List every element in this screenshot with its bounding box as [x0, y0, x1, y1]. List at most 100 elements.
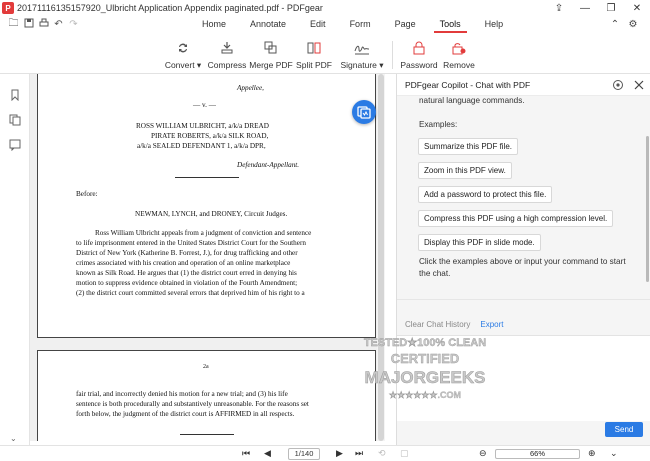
copilot-chat-area: natural language commands. Examples: Sum… — [397, 96, 650, 374]
copilot-footer-links: Clear Chat History Export — [405, 320, 503, 329]
tab-form[interactable]: Form — [338, 16, 383, 33]
copilot-title: PDFgear Copilot - Chat with PDF — [405, 79, 531, 90]
example-slide-mode-button[interactable]: Display this PDF in slide mode. — [418, 234, 541, 251]
doc-line: Before: — [76, 190, 98, 198]
thumbnails-icon[interactable] — [9, 114, 21, 126]
window-controls: ⇪ — ❐ ✕ — [546, 0, 650, 16]
save-icon[interactable] — [21, 18, 36, 31]
copilot-separator — [397, 299, 650, 300]
example-summarize-button[interactable]: Summarize this PDF file. — [418, 138, 519, 155]
clear-chat-history-link[interactable]: Clear Chat History — [405, 320, 470, 329]
chat-input[interactable] — [397, 335, 650, 421]
signature-icon — [354, 45, 370, 55]
tab-help[interactable]: Help — [473, 16, 516, 33]
copilot-float-button[interactable] — [352, 100, 376, 124]
remove-lock-icon — [452, 43, 466, 55]
page-number-input[interactable]: 1/140 — [288, 448, 320, 460]
doc-line: District of New York (Katherine B. Forre… — [76, 249, 298, 257]
quick-access-toolbar: 🗀 ↶ ↷ — [6, 16, 81, 33]
password-button[interactable]: Password — [400, 35, 438, 73]
compress-button[interactable]: Compress — [208, 35, 246, 73]
tab-home[interactable]: Home — [190, 16, 238, 33]
split-icon — [307, 42, 321, 54]
example-password-button[interactable]: Add a password to protect this file. — [418, 186, 553, 203]
document-viewer[interactable]: Appellee, — v. — ROSS WILLIAM ULBRICHT, … — [30, 74, 385, 441]
redo-icon[interactable]: ↷ — [66, 19, 81, 30]
close-window-button[interactable]: ✕ — [624, 3, 650, 14]
split-pdf-button[interactable]: Split PDF — [296, 35, 332, 73]
convert-icon — [179, 43, 187, 53]
zoom-in-icon[interactable]: ⊕ — [588, 448, 596, 459]
last-page-icon[interactable]: ⏭ — [355, 448, 363, 459]
copilot-panel: PDFgear Copilot - Chat with PDF natural … — [396, 74, 650, 445]
tools-toolbar: Convert ▾ Compress Merge PDF Split PDF S… — [0, 35, 650, 73]
zoom-out-icon[interactable]: ⊖ — [479, 448, 487, 459]
remove-password-button[interactable]: Remove — [442, 35, 476, 73]
signature-button[interactable]: Signature ▾ — [340, 35, 384, 73]
rotate-icon[interactable]: ⟲ — [378, 448, 386, 459]
tab-annotate[interactable]: Annotate — [238, 16, 298, 33]
menu-row: 🗀 ↶ ↷ Home Annotate Edit Form Page Tools… — [0, 16, 650, 33]
bookmark-icon[interactable] — [9, 89, 21, 101]
doc-line: crimes associated with his creation and … — [76, 259, 291, 267]
page-number-label: 2a — [203, 364, 209, 370]
zoom-level-display[interactable]: 66% — [495, 449, 580, 459]
export-link[interactable]: Export — [480, 320, 503, 329]
doc-line: sentence is both procedurally and substa… — [76, 400, 309, 408]
menu-tabs: Home Annotate Edit Form Page Tools Help — [190, 16, 515, 33]
previous-page-icon[interactable]: ◀ — [264, 448, 271, 459]
tab-edit[interactable]: Edit — [298, 16, 338, 33]
left-sidebar-rail: ⌄ — [0, 74, 30, 445]
doc-line: Ross William Ulbricht appeals from a jud… — [95, 229, 312, 237]
doc-line: NEWMAN, LYNCH, and DRONEY, Circuit Judge… — [135, 210, 288, 218]
next-page-icon[interactable]: ▶ — [336, 448, 343, 459]
tab-tools[interactable]: Tools — [428, 16, 473, 33]
example-compress-button[interactable]: Compress this PDF using a high compressi… — [418, 210, 614, 227]
share-icon[interactable]: ⇪ — [546, 3, 572, 14]
copilot-scrollbar[interactable] — [646, 136, 649, 282]
comments-icon[interactable] — [9, 139, 21, 151]
merge-icon — [264, 41, 277, 54]
send-button[interactable]: Send — [605, 422, 643, 437]
pdf-page-2: 2a fair trial, and incorrectly denied hi… — [37, 350, 376, 441]
convert-button[interactable]: Convert ▾ — [165, 35, 201, 73]
merge-pdf-button[interactable]: Merge PDF — [249, 35, 293, 73]
fit-page-icon[interactable]: ▢ — [400, 448, 409, 459]
doc-line: Defendant-Appellant. — [237, 161, 300, 169]
doc-line: (2) the district court committed several… — [76, 289, 305, 297]
chevron-up-icon[interactable]: ⌃ — [606, 19, 624, 30]
copilot-icon — [357, 106, 371, 119]
open-folder-icon[interactable]: 🗀 — [6, 16, 21, 33]
settings-icon[interactable]: ⚙ — [624, 19, 642, 30]
window-title: 20171116135157920_Ulbricht Application A… — [17, 3, 323, 13]
tab-page[interactable]: Page — [383, 16, 428, 33]
zoom-menu-icon[interactable]: ⌄ — [610, 448, 618, 459]
doc-rule — [180, 434, 234, 435]
maximize-button[interactable]: ❐ — [598, 3, 624, 14]
intro-text: natural language commands. — [419, 96, 525, 105]
viewer-scrollbar-thumb[interactable] — [378, 74, 384, 441]
first-page-icon[interactable]: ⏮ — [242, 448, 250, 459]
doc-line: forth below, the judgment of the distric… — [76, 410, 295, 418]
examples-label: Examples: — [419, 120, 458, 129]
lock-icon — [413, 41, 425, 55]
viewer-scrollbar[interactable] — [377, 74, 385, 441]
close-icon[interactable] — [633, 79, 645, 91]
example-zoom-button[interactable]: Zoom in this PDF view. — [418, 162, 512, 179]
doc-line: fair trial, and incorrectly denied his m… — [76, 390, 288, 398]
menu-right-icons: ⌃ ⚙ — [606, 16, 642, 33]
minimize-button[interactable]: — — [572, 3, 598, 14]
doc-line: ROSS WILLIAM ULBRICHT, a/k/a DREAD — [136, 122, 269, 130]
doc-line: motion to suppress evidence obtained in … — [76, 279, 298, 287]
collapse-chevron-icon[interactable]: ⌄ — [10, 434, 17, 443]
doc-line: a/k/a SEALED DEFENDANT 1, a/k/a DPR, — [137, 142, 266, 150]
undo-icon[interactable]: ↶ — [51, 19, 66, 30]
print-icon[interactable] — [36, 18, 51, 31]
title-bar: P 20171116135157920_Ulbricht Application… — [0, 0, 650, 16]
instructions-text: Click the examples above or input your c… — [419, 257, 626, 278]
toolbar-separator — [392, 41, 393, 69]
compress-icon — [221, 42, 233, 54]
copilot-header: PDFgear Copilot - Chat with PDF — [397, 74, 650, 96]
doc-line: PIRATE ROBERTS, a/k/a SILK ROAD, — [151, 132, 269, 140]
copilot-settings-icon[interactable] — [612, 79, 624, 91]
